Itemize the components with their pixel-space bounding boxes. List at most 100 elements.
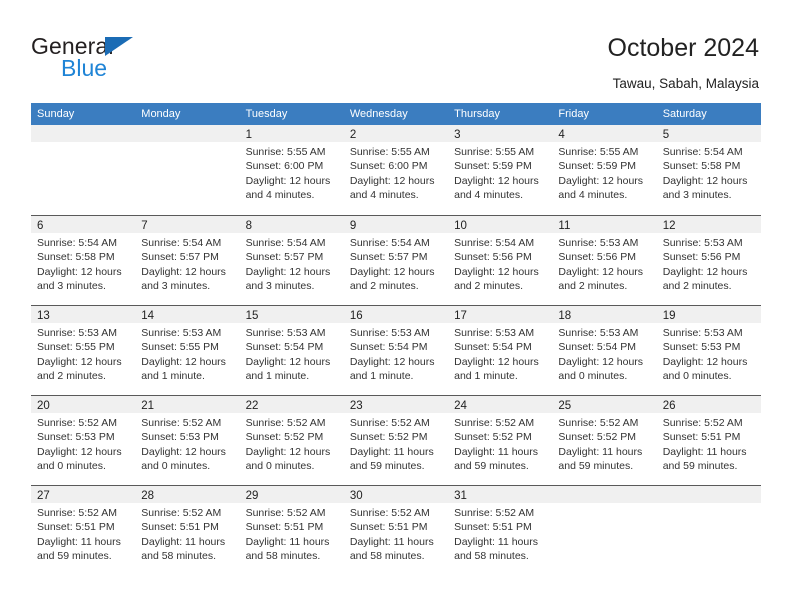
daylight-duration-line1: Daylight: 12 hours (662, 265, 748, 278)
calendar-day-cell[interactable]: 4 Sunrise: 5:55 AM Sunset: 5:59 PM Daylight… (552, 125, 657, 215)
daylight-duration-line2: and 0 minutes. (662, 370, 732, 383)
calendar-day-cell[interactable]: 8 Sunrise: 5:54 AM Sunset: 5:57 PM Daylight… (239, 216, 344, 305)
calendar-day-cell[interactable]: 24 Sunrise: 5:52 AM Sunset: 5:52 PM Dayligh… (448, 396, 553, 485)
calendar-day-cell[interactable]: 18 Sunrise: 5:53 AM Sunset: 5:54 PM Dayligh… (552, 306, 657, 395)
day-number-band: 4 (552, 125, 657, 142)
calendar-day-cell[interactable]: 11 Sunrise: 5:53 AM Sunset: 5:56 PM Dayligh… (552, 216, 657, 305)
calendar-day-cell[interactable]: 10 Sunrise: 5:54 AM Sunset: 5:56 PM Dayligh… (448, 216, 553, 305)
sunrise-time: Sunrise: 5:53 AM (141, 327, 222, 339)
daylight-duration-line1: Daylight: 11 hours (662, 445, 747, 458)
day-number-band: 18 (552, 306, 657, 323)
daylight-duration-line2: and 3 minutes. (245, 280, 315, 293)
day-details: Sunrise: 5:52 AM Sunset: 5:53 PM Daylight:… (135, 413, 239, 474)
weekday-wednesday: Wednesday (349, 108, 408, 120)
day-details: Sunrise: 5:53 AM Sunset: 5:54 PM Daylight:… (240, 323, 344, 384)
logo-triangle-icon (105, 37, 133, 56)
daylight-duration-line2: and 1 minute. (141, 370, 205, 383)
day-details: Sunrise: 5:53 AM Sunset: 5:56 PM Daylight:… (552, 233, 656, 294)
sunrise-time: Sunrise: 5:52 AM (141, 507, 222, 519)
calendar-day-cell[interactable]: 19 Sunrise: 5:53 AM Sunset: 5:53 PM Dayligh… (656, 306, 761, 395)
sunset-time: Sunset: 5:58 PM (662, 160, 741, 173)
daylight-duration-line2: and 4 minutes. (454, 189, 524, 202)
day-number-band: 26 (656, 396, 761, 413)
calendar-page: General Blue October 2024 Tawau, Sabah, … (0, 0, 792, 612)
calendar-week-row: 6 Sunrise: 5:54 AM Sunset: 5:58 PM Daylight… (31, 215, 761, 305)
calendar-day-cell[interactable]: 28 Sunrise: 5:52 AM Sunset: 5:51 PM Dayligh… (135, 486, 240, 575)
day-number: 28 (141, 490, 155, 502)
calendar-day-cell-empty (552, 486, 657, 575)
sunset-time: Sunset: 5:54 PM (349, 341, 428, 354)
calendar-day-cell[interactable]: 31 Sunrise: 5:52 AM Sunset: 5:51 PM Dayligh… (448, 486, 553, 575)
calendar-day-cell[interactable]: 2 Sunrise: 5:55 AM Sunset: 6:00 PM Daylight… (343, 125, 449, 215)
calendar-day-cell[interactable]: 30 Sunrise: 5:52 AM Sunset: 5:51 PM Dayligh… (343, 486, 449, 575)
sunset-time: Sunset: 5:52 PM (454, 431, 532, 444)
day-details: Sunrise: 5:55 AM Sunset: 5:59 PM Daylight:… (552, 142, 656, 203)
calendar-day-cell[interactable]: 13 Sunrise: 5:53 AM Sunset: 5:55 PM Dayligh… (31, 306, 136, 395)
generalblue-logo: General Blue (31, 33, 211, 85)
calendar-day-cell[interactable]: 16 Sunrise: 5:53 AM Sunset: 5:54 PM Dayligh… (343, 306, 449, 395)
day-number: 18 (558, 310, 572, 322)
daylight-duration-line2: and 1 minute. (349, 370, 414, 383)
day-number-band: 1 (239, 125, 344, 142)
daylight-duration-line2: and 2 minutes. (349, 280, 419, 293)
day-number: 23 (349, 400, 363, 412)
sunset-time: Sunset: 5:54 PM (454, 341, 532, 354)
daylight-duration-line1: Daylight: 12 hours (245, 174, 331, 187)
sunset-time: Sunset: 5:52 PM (349, 431, 428, 444)
day-number-band: 6 (31, 216, 136, 233)
sunrise-time: Sunrise: 5:52 AM (454, 417, 535, 429)
day-number-band: 11 (552, 216, 657, 233)
sunset-time: Sunset: 6:00 PM (245, 160, 324, 173)
daylight-duration-line1: Daylight: 12 hours (558, 265, 644, 278)
day-number-band: 17 (448, 306, 553, 323)
day-number: 15 (245, 310, 259, 322)
day-details: Sunrise: 5:52 AM Sunset: 5:52 PM Daylight:… (344, 413, 448, 474)
page-subtitle-location: Tawau, Sabah, Malaysia (612, 76, 759, 91)
sunrise-time: Sunrise: 5:53 AM (558, 237, 639, 249)
calendar-day-cell[interactable]: 17 Sunrise: 5:53 AM Sunset: 5:54 PM Dayligh… (448, 306, 553, 395)
weekday-friday: Friday (558, 108, 589, 120)
sunrise-time: Sunrise: 5:53 AM (662, 237, 743, 249)
calendar-day-cell[interactable]: 9 Sunrise: 5:54 AM Sunset: 5:57 PM Daylight… (343, 216, 449, 305)
calendar-day-cell[interactable]: 6 Sunrise: 5:54 AM Sunset: 5:58 PM Daylight… (31, 216, 136, 305)
daylight-duration-line2: and 59 minutes. (37, 550, 112, 563)
sunrise-time: Sunrise: 5:55 AM (558, 146, 639, 158)
day-number-band: 13 (31, 306, 136, 323)
sunrise-time: Sunrise: 5:54 AM (454, 237, 535, 249)
daylight-duration-line1: Daylight: 12 hours (141, 445, 226, 458)
daylight-duration-line2: and 2 minutes. (662, 280, 732, 293)
calendar-day-cell[interactable]: 23 Sunrise: 5:52 AM Sunset: 5:52 PM Dayligh… (343, 396, 449, 485)
day-number-band: 5 (656, 125, 761, 142)
calendar-day-cell[interactable]: 15 Sunrise: 5:53 AM Sunset: 5:54 PM Dayligh… (239, 306, 344, 395)
calendar-day-cell[interactable]: 29 Sunrise: 5:52 AM Sunset: 5:51 PM Dayligh… (239, 486, 344, 575)
daylight-duration-line1: Daylight: 11 hours (349, 535, 434, 548)
weekday-monday: Monday (141, 108, 181, 120)
daylight-duration-line2: and 0 minutes. (245, 460, 315, 473)
daylight-duration-line2: and 2 minutes. (558, 280, 628, 293)
sunrise-time: Sunrise: 5:53 AM (454, 327, 535, 339)
daylight-duration-line2: and 4 minutes. (558, 189, 628, 202)
sunrise-time: Sunrise: 5:53 AM (558, 327, 639, 339)
calendar-day-cell[interactable]: 7 Sunrise: 5:54 AM Sunset: 5:57 PM Daylight… (135, 216, 240, 305)
day-details: Sunrise: 5:54 AM Sunset: 5:57 PM Daylight:… (135, 233, 239, 294)
calendar-day-cell[interactable]: 22 Sunrise: 5:52 AM Sunset: 5:52 PM Dayligh… (239, 396, 344, 485)
weekday-thursday: Thursday (454, 108, 500, 120)
weekday-tuesday: Tuesday (245, 108, 288, 120)
sunrise-time: Sunrise: 5:55 AM (349, 146, 430, 158)
calendar-day-cell[interactable]: 20 Sunrise: 5:52 AM Sunset: 5:53 PM Dayligh… (31, 396, 136, 485)
sunrise-time: Sunrise: 5:52 AM (37, 417, 117, 429)
calendar-day-cell[interactable]: 14 Sunrise: 5:53 AM Sunset: 5:55 PM Dayligh… (135, 306, 240, 395)
day-number: 19 (662, 310, 676, 322)
calendar-day-cell[interactable]: 1 Sunrise: 5:55 AM Sunset: 6:00 PM Daylight… (239, 125, 344, 215)
calendar-day-cell[interactable]: 25 Sunrise: 5:52 AM Sunset: 5:52 PM Dayligh… (552, 396, 657, 485)
calendar-day-cell[interactable]: 12 Sunrise: 5:53 AM Sunset: 5:56 PM Dayligh… (656, 216, 761, 305)
calendar-day-cell[interactable]: 21 Sunrise: 5:52 AM Sunset: 5:53 PM Dayligh… (135, 396, 240, 485)
calendar-day-cell[interactable]: 3 Sunrise: 5:55 AM Sunset: 5:59 PM Daylight… (448, 125, 553, 215)
day-number-band: 30 (343, 486, 449, 503)
daylight-duration-line1: Daylight: 12 hours (454, 355, 539, 368)
sunrise-time: Sunrise: 5:54 AM (662, 146, 743, 158)
calendar-day-cell[interactable]: 26 Sunrise: 5:52 AM Sunset: 5:51 PM Dayligh… (656, 396, 761, 485)
day-number-band: 29 (239, 486, 344, 503)
calendar-day-cell[interactable]: 5 Sunrise: 5:54 AM Sunset: 5:58 PM Daylight… (656, 125, 761, 215)
calendar-day-cell[interactable]: 27 Sunrise: 5:52 AM Sunset: 5:51 PM Dayligh… (31, 486, 136, 575)
